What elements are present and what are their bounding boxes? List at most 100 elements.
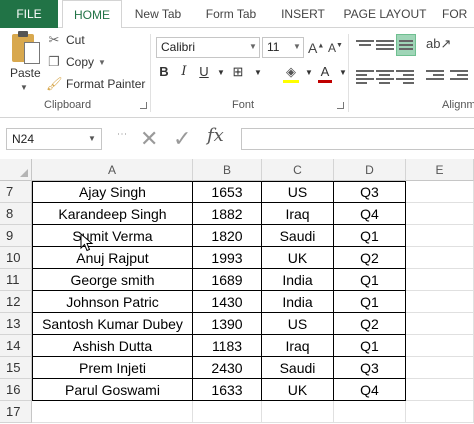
cell-b[interactable]: 1430 xyxy=(193,291,262,313)
cell-c[interactable] xyxy=(262,401,334,423)
row-header[interactable]: 16 xyxy=(0,379,32,401)
cell-d[interactable]: Q4 xyxy=(334,203,406,225)
cell-c[interactable]: US xyxy=(262,181,334,203)
decrease-indent-icon[interactable] xyxy=(426,68,444,84)
tab-home[interactable]: HOME xyxy=(62,0,122,29)
format-painter-button[interactable]: 🖌︎ Format Painter xyxy=(46,76,145,92)
cell-d[interactable]: Q2 xyxy=(334,247,406,269)
cut-button[interactable]: ✂ Cut xyxy=(46,32,85,48)
cell-e[interactable] xyxy=(406,269,474,291)
align-left-icon[interactable] xyxy=(356,68,374,84)
row-header[interactable]: 12 xyxy=(0,291,32,313)
cell-e[interactable] xyxy=(406,291,474,313)
chevron-down-icon[interactable]: ▼ xyxy=(213,68,229,77)
tab-form-tab[interactable]: Form Tab xyxy=(196,0,266,28)
drag-handle-icon[interactable]: ⋮ xyxy=(116,129,127,138)
cell-d[interactable]: Q2 xyxy=(334,313,406,335)
cell-a[interactable]: Johnson Patric xyxy=(32,291,193,313)
cell-e[interactable] xyxy=(406,357,474,379)
align-right-icon[interactable] xyxy=(396,68,414,84)
tab-insert[interactable]: INSERT xyxy=(274,0,332,28)
font-name-select[interactable]: Calibri xyxy=(156,37,260,58)
grow-font-icon[interactable]: A▲ xyxy=(308,40,324,56)
italic-icon[interactable]: I xyxy=(176,64,192,79)
cell-a[interactable]: Ashish Dutta xyxy=(32,335,193,357)
column-header-c[interactable]: C xyxy=(262,159,334,181)
cell-e[interactable] xyxy=(406,181,474,203)
cell-c[interactable]: Iraq xyxy=(262,203,334,225)
cell-d[interactable]: Q3 xyxy=(334,357,406,379)
align-top-icon[interactable] xyxy=(356,38,374,54)
align-center-icon[interactable] xyxy=(376,68,394,84)
cell-b[interactable]: 1993 xyxy=(193,247,262,269)
cell-a[interactable]: Sumit Verma xyxy=(32,225,193,247)
cell-c[interactable]: Saudi xyxy=(262,357,334,379)
cell-e[interactable] xyxy=(406,225,474,247)
row-header[interactable]: 13 xyxy=(0,313,32,335)
cell-c[interactable]: UK xyxy=(262,379,334,401)
cell-e[interactable] xyxy=(406,203,474,225)
cell-a[interactable]: Parul Goswami xyxy=(32,379,193,401)
cell-e[interactable] xyxy=(406,313,474,335)
borders-icon[interactable]: ⊞ xyxy=(230,64,246,80)
cell-c[interactable]: UK xyxy=(262,247,334,269)
column-header-e[interactable]: E xyxy=(406,159,474,181)
cell-d[interactable]: Q3 xyxy=(334,181,406,203)
row-header[interactable]: 15 xyxy=(0,357,32,379)
underline-icon[interactable]: U xyxy=(196,64,212,79)
orientation-icon[interactable]: ab↗ xyxy=(426,36,451,52)
cell-b[interactable]: 1882 xyxy=(193,203,262,225)
row-header[interactable]: 8 xyxy=(0,203,32,225)
insert-function-icon[interactable]: fx xyxy=(207,125,224,146)
cell-a[interactable]: Anuj Rajput xyxy=(32,247,193,269)
cell-c[interactable]: Iraq xyxy=(262,335,334,357)
chevron-down-icon[interactable]: ▼ xyxy=(301,68,317,77)
cell-d[interactable]: Q1 xyxy=(334,335,406,357)
cell-b[interactable]: 1633 xyxy=(193,379,262,401)
tab-new-tab[interactable]: New Tab xyxy=(126,0,190,28)
row-header[interactable]: 10 xyxy=(0,247,32,269)
cell-d[interactable] xyxy=(334,401,406,423)
increase-indent-icon[interactable] xyxy=(450,68,468,84)
row-header[interactable]: 11 xyxy=(0,269,32,291)
cell-e[interactable] xyxy=(406,335,474,357)
cell-a[interactable]: Santosh Kumar Dubey xyxy=(32,313,193,335)
column-header-a[interactable]: A xyxy=(32,159,193,181)
cell-c[interactable]: US xyxy=(262,313,334,335)
font-launcher-icon[interactable] xyxy=(337,102,344,109)
row-header[interactable]: 17 xyxy=(0,401,32,423)
cell-a[interactable]: Ajay Singh xyxy=(32,181,193,203)
select-all-button[interactable] xyxy=(0,159,32,181)
row-header[interactable]: 7 xyxy=(0,181,32,203)
cell-c[interactable]: India xyxy=(262,291,334,313)
close-icon[interactable]: ✕ xyxy=(140,126,158,152)
column-header-b[interactable]: B xyxy=(193,159,262,181)
clipboard-launcher-icon[interactable] xyxy=(140,102,147,109)
font-color-icon[interactable]: A xyxy=(317,64,333,83)
cell-b[interactable] xyxy=(193,401,262,423)
tab-page-layout[interactable]: PAGE LAYOUT xyxy=(342,0,428,28)
cell-b[interactable]: 2430 xyxy=(193,357,262,379)
spreadsheet-grid[interactable]: A B C D E 7 Ajay Singh 1653 US Q3 8 Karandeep Singh… xyxy=(0,159,474,424)
cell-c[interactable]: India xyxy=(262,269,334,291)
cell-e[interactable] xyxy=(406,379,474,401)
cell-a[interactable]: Karandeep Singh xyxy=(32,203,193,225)
cell-b[interactable]: 1820 xyxy=(193,225,262,247)
tab-file[interactable]: FILE xyxy=(0,0,58,28)
align-middle-icon[interactable] xyxy=(376,38,394,54)
cell-b[interactable]: 1689 xyxy=(193,269,262,291)
cell-d[interactable]: Q1 xyxy=(334,225,406,247)
copy-button[interactable]: ❐ Copy ▼ xyxy=(46,54,106,70)
check-icon[interactable]: ✓ xyxy=(173,126,191,152)
row-header[interactable]: 14 xyxy=(0,335,32,357)
cell-e[interactable] xyxy=(406,401,474,423)
cell-d[interactable]: Q1 xyxy=(334,291,406,313)
formula-input[interactable] xyxy=(241,128,474,150)
cell-d[interactable]: Q1 xyxy=(334,269,406,291)
chevron-down-icon[interactable]: ▼ xyxy=(88,134,96,143)
cell-d[interactable]: Q4 xyxy=(334,379,406,401)
tab-formulas[interactable]: FOR xyxy=(442,0,474,28)
cell-b[interactable]: 1183 xyxy=(193,335,262,357)
cell-a[interactable]: Prem Injeti xyxy=(32,357,193,379)
align-bottom-icon[interactable] xyxy=(396,34,416,56)
